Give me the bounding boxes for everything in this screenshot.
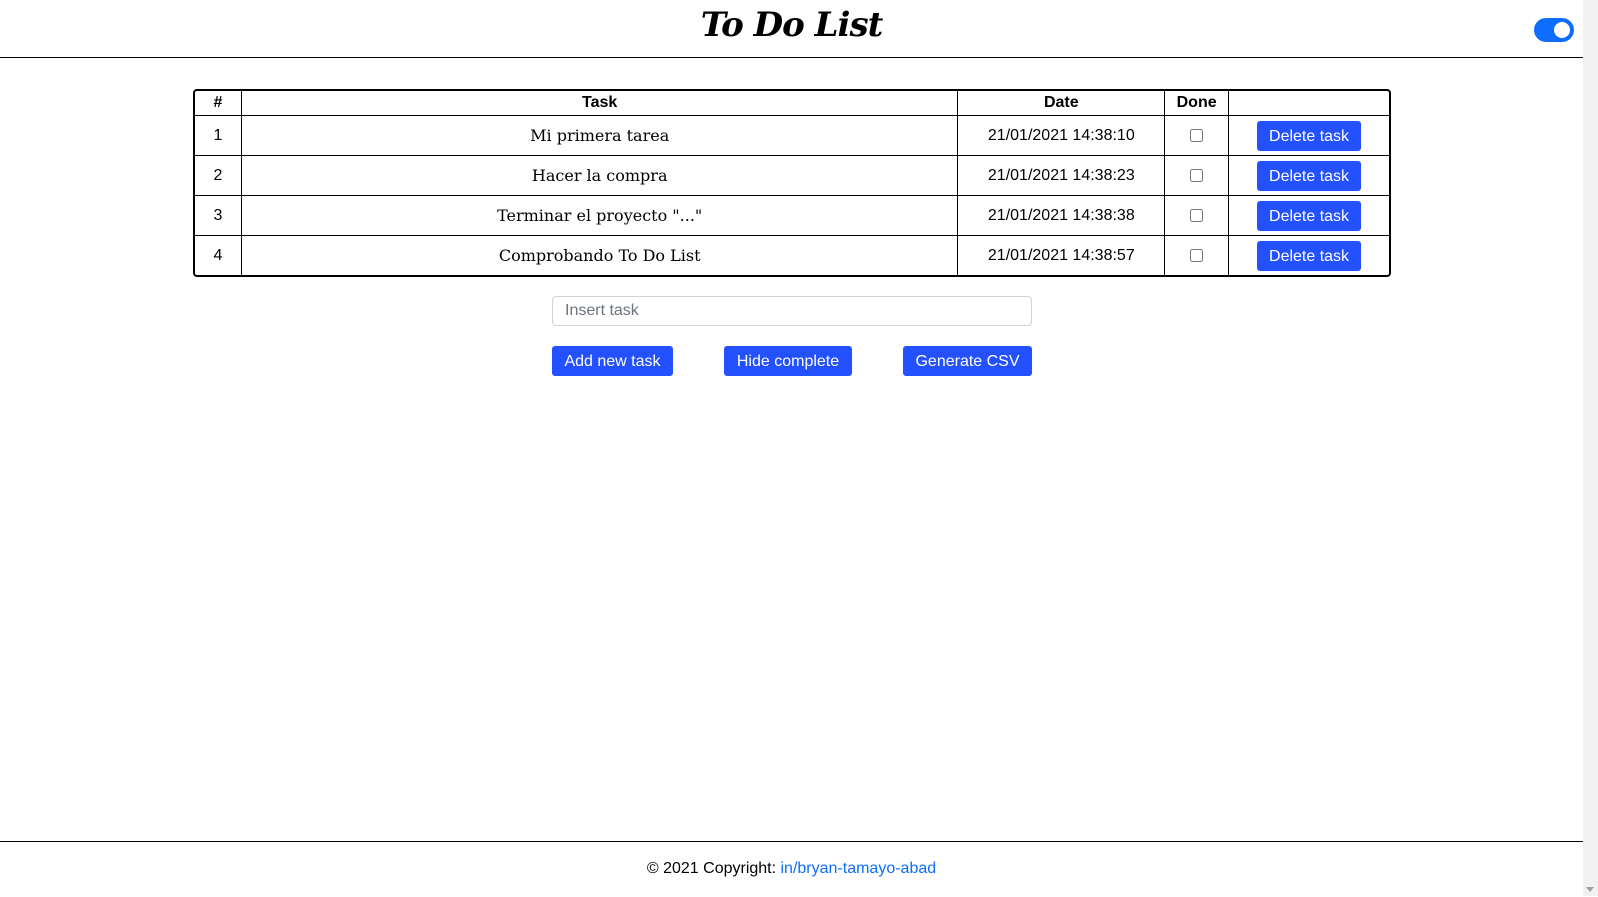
task-done-cell	[1165, 156, 1230, 196]
task-input[interactable]	[552, 296, 1032, 326]
task-done-cell	[1165, 196, 1230, 236]
column-header-date: Date	[958, 91, 1166, 116]
delete-task-button[interactable]: Delete task	[1257, 160, 1362, 191]
vertical-scrollbar[interactable]	[1583, 0, 1598, 896]
done-checkbox[interactable]	[1190, 208, 1204, 222]
table-row: 2 Hacer la compra 21/01/2021 14:38:23 De…	[195, 156, 1389, 196]
task-text: Hacer la compra	[241, 156, 959, 196]
task-action-cell: Delete task	[1229, 236, 1389, 275]
hide-complete-button[interactable]: Hide complete	[724, 346, 852, 376]
theme-toggle[interactable]	[1534, 18, 1574, 42]
task-text: Mi primera tarea	[241, 116, 959, 156]
column-header-actions	[1229, 91, 1389, 116]
column-header-done: Done	[1165, 91, 1230, 116]
done-checkbox[interactable]	[1190, 168, 1204, 182]
task-number: 2	[195, 156, 242, 196]
delete-task-button[interactable]: Delete task	[1257, 240, 1362, 271]
done-checkbox[interactable]	[1190, 128, 1204, 142]
task-date: 21/01/2021 14:38:10	[958, 116, 1166, 156]
column-header-task: Task	[241, 91, 959, 116]
task-number: 4	[195, 236, 242, 275]
task-done-cell	[1165, 116, 1230, 156]
footer-profile-link[interactable]: in/bryan-tamayo-abad	[781, 860, 937, 877]
task-text: Terminar el proyecto "..."	[241, 196, 959, 236]
delete-task-button[interactable]: Delete task	[1257, 200, 1362, 231]
task-text: Comprobando To Do List	[242, 236, 959, 275]
task-number: 3	[195, 196, 242, 236]
task-number: 1	[195, 116, 242, 156]
task-done-cell	[1165, 236, 1230, 275]
copyright-text: © 2021 Copyright:	[646, 860, 781, 877]
column-header-number: #	[195, 91, 242, 116]
task-date: 21/01/2021 14:38:23	[958, 156, 1166, 196]
add-task-button[interactable]: Add new task	[552, 346, 673, 376]
table-header-row: # Task Date Done	[195, 91, 1389, 116]
task-date: 21/01/2021 14:38:38	[958, 196, 1166, 236]
tasks-table: # Task Date Done 1 Mi primera tarea 21/0…	[193, 89, 1391, 277]
task-action-cell: Delete task	[1229, 116, 1389, 156]
generate-csv-button[interactable]: Generate CSV	[903, 346, 1032, 376]
header: To Do List	[0, 0, 1583, 58]
app-title: To Do List	[700, 5, 884, 45]
toggle-switch-icon	[1554, 22, 1570, 38]
table-row: 4 Comprobando To Do List 21/01/2021 14:3…	[195, 236, 1389, 275]
task-action-cell: Delete task	[1229, 156, 1389, 196]
scroll-down-arrow-icon[interactable]	[1586, 887, 1594, 892]
done-checkbox[interactable]	[1190, 248, 1204, 262]
page: To Do List # Task Date Done 1 Mi primera…	[0, 0, 1583, 896]
delete-task-button[interactable]: Delete task	[1257, 120, 1362, 151]
footer: © 2021 Copyright: in/bryan-tamayo-abad	[0, 841, 1583, 897]
table-row: 1 Mi primera tarea 21/01/2021 14:38:10 D…	[195, 116, 1389, 156]
task-date: 21/01/2021 14:38:57	[958, 236, 1166, 275]
task-action-cell: Delete task	[1229, 196, 1389, 236]
table-row: 3 Terminar el proyecto "..." 21/01/2021 …	[195, 196, 1389, 236]
